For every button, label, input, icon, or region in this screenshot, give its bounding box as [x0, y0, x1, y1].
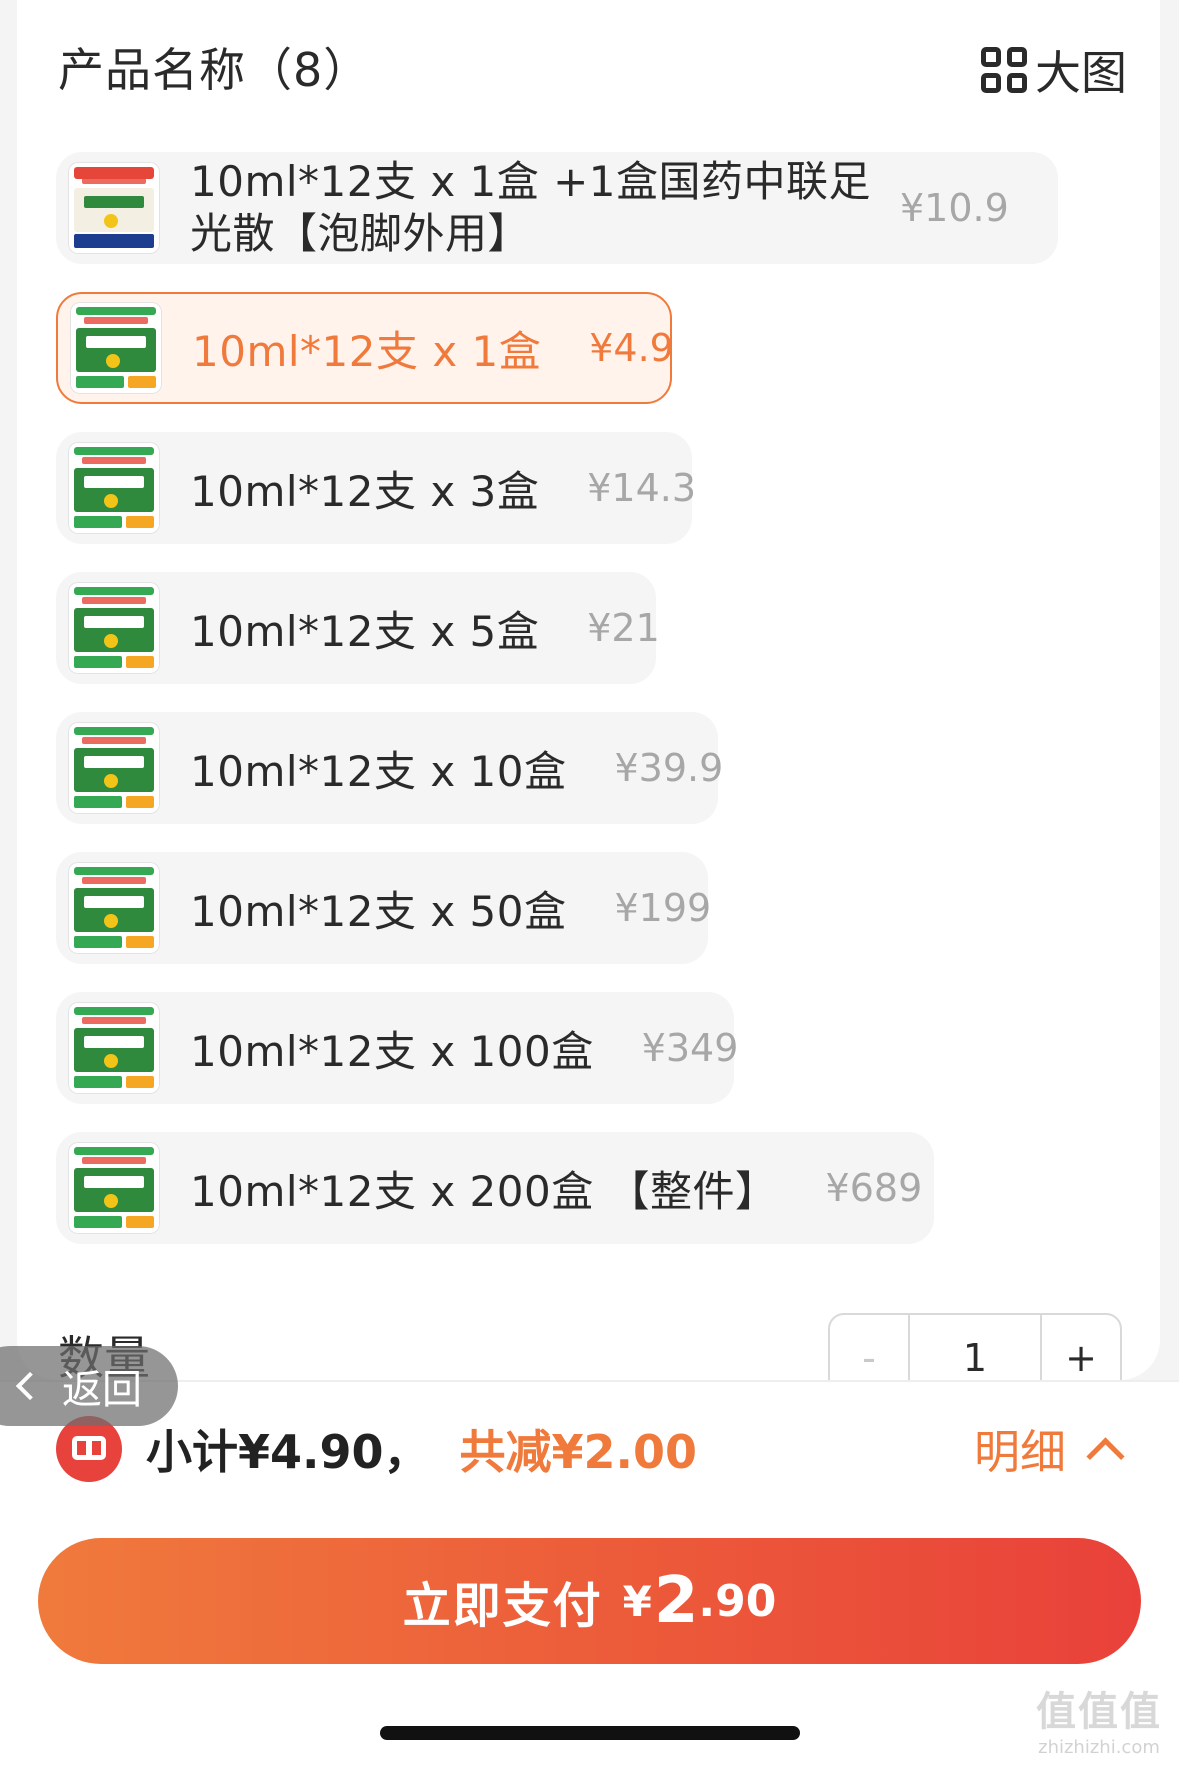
sku-option-7[interactable]: 10ml*12支 x 100盒 ¥349 [56, 992, 738, 1104]
product-thumbnail [68, 722, 160, 814]
sku-option-label: 10ml*12支 x 5盒 [190, 606, 540, 656]
pay-now-label: 立即支付 [402, 1578, 603, 1634]
product-thumbnail [68, 1142, 160, 1234]
product-thumbnail [68, 582, 160, 674]
grid-icon [981, 47, 1027, 93]
sku-option-3[interactable]: 10ml*12支 x 3盒 ¥14.3 [56, 432, 696, 544]
product-thumbnail [70, 302, 162, 394]
sku-option-price: ¥10.9 [900, 186, 1009, 230]
product-thumbnail [68, 1002, 160, 1094]
sku-option-label: 10ml*12支 x 3盒 [190, 466, 540, 516]
watermark-text: 值值值 [1036, 1689, 1162, 1735]
price-summary: 小计¥4.90， 共减¥2.00 [56, 1414, 697, 1484]
price-detail-toggle[interactable]: 明细 [974, 1414, 1125, 1484]
watermark-url: zhizhizhi.com [1038, 1737, 1160, 1758]
large-view-label: 大图 [1035, 46, 1127, 100]
back-button[interactable]: 返回 [0, 1346, 178, 1426]
sku-option-label: 10ml*12支 x 50盒 [190, 886, 567, 936]
home-indicator [380, 1726, 800, 1740]
chevron-left-icon [15, 1371, 45, 1401]
page-title: 产品名称（8） [58, 43, 371, 97]
sku-option-price: ¥689 [825, 1166, 923, 1210]
sku-option-price: ¥21 [587, 606, 660, 650]
discount-text: 共减¥2.00 [459, 1425, 698, 1479]
sku-option-price: ¥199 [614, 886, 712, 930]
sku-option-2[interactable]: 10ml*12支 x 1盒 ¥4.9 [56, 292, 674, 404]
sku-option-label: 10ml*12支 x 200盒 【整件】 [190, 1166, 778, 1216]
sku-option-1[interactable]: 10ml*12支 x 1盒 +1盒国药中联足光散【泡脚外用】 ¥10.9 [56, 152, 1058, 264]
sku-option-5[interactable]: 10ml*12支 x 10盒 ¥39.9 [56, 712, 723, 824]
sku-option-label: 10ml*12支 x 1盒 +1盒国药中联足光散【泡脚外用】 [190, 157, 872, 258]
pay-amount-integer: 2 [653, 1564, 699, 1638]
back-label: 返回 [62, 1367, 142, 1413]
sku-option-label: 10ml*12支 x 1盒 [192, 326, 542, 376]
sku-option-price: ¥4.9 [589, 326, 674, 370]
chevron-up-icon [1086, 1436, 1125, 1476]
sku-option-price: ¥39.9 [614, 746, 724, 790]
large-view-button[interactable]: 大图 [981, 40, 1127, 100]
product-thumbnail [68, 442, 160, 534]
pay-now-button[interactable]: 立即支付 ¥ 2 .90 [38, 1538, 1141, 1664]
product-thumbnail [68, 162, 160, 254]
sku-option-6[interactable]: 10ml*12支 x 50盒 ¥199 [56, 852, 712, 964]
sku-option-price: ¥14.3 [587, 466, 697, 510]
product-thumbnail [68, 862, 160, 954]
detail-label: 明细 [974, 1425, 1066, 1479]
sku-option-label: 10ml*12支 x 100盒 [190, 1026, 594, 1076]
watermark-logo: 值值值 zhizhizhi.com [1029, 1679, 1169, 1758]
pay-currency-symbol: ¥ [622, 1576, 652, 1626]
pay-amount-decimal: .90 [698, 1575, 777, 1627]
subtotal-text: 小计¥4.90， [146, 1425, 430, 1479]
sku-option-4[interactable]: 10ml*12支 x 5盒 ¥21 [56, 572, 660, 684]
sku-option-label: 10ml*12支 x 10盒 [190, 746, 567, 796]
sku-option-price: ¥349 [641, 1026, 739, 1070]
sku-option-8[interactable]: 10ml*12支 x 200盒 【整件】 ¥689 [56, 1132, 934, 1244]
